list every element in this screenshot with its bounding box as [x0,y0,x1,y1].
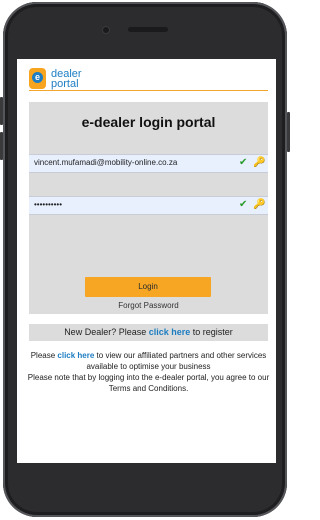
partners-text: Please click here to view our affiliated… [27,350,270,372]
volume-down-button [0,132,3,160]
partners-prefix: Please [30,351,58,360]
power-button [287,112,290,152]
header-divider [29,90,268,91]
logo-letter: e [32,72,43,83]
register-bar: New Dealer? Please click here to registe… [29,324,268,341]
earpiece-speaker [128,27,168,32]
register-prefix: New Dealer? Please [64,327,149,337]
brand-name-line2: portal [51,78,79,90]
partners-suffix: to view our affiliated partners and othe… [86,351,267,371]
forgot-password-link[interactable]: Forgot Password [29,301,268,310]
login-button[interactable]: Login [85,277,211,297]
app-header: e dealer portal [17,59,276,93]
key-icon: 🔑 [253,157,266,168]
register-suffix: to register [190,327,233,337]
front-camera [103,27,109,33]
info-section: Please click here to view our affiliated… [27,350,270,394]
page-title: e-dealer login portal [81,114,216,130]
register-link[interactable]: click here [149,327,191,337]
volume-up-button [0,97,3,125]
check-icon: ✔ [239,157,248,168]
check-icon: ✔ [239,199,248,210]
app-screen: e dealer portal e-dealer login portal vi… [17,59,276,463]
phone-frame: e dealer portal e-dealer login portal vi… [0,2,290,517]
password-field-value[interactable]: •••••••••• [34,200,62,209]
email-field[interactable]: vincent.mufamadi@mobility-online.co.za ✔… [29,154,268,173]
email-field-value[interactable]: vincent.mufamadi@mobility-online.co.za [34,158,177,167]
password-field[interactable]: •••••••••• ✔ 🔑 [29,196,268,215]
key-icon: 🔑 [253,199,266,210]
terms-note: Please note that by logging into the e-d… [27,373,270,393]
dealer-portal-logo-icon: e [29,68,46,89]
partners-link[interactable]: click here [57,351,94,360]
login-panel: e-dealer login portal vincent.mufamadi@m… [29,102,268,314]
